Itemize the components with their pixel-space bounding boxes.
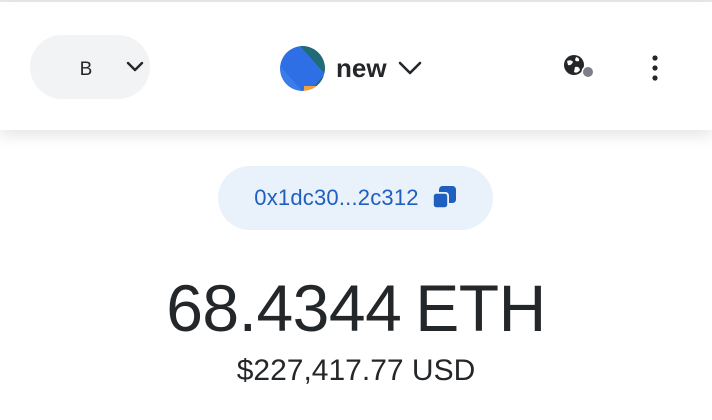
chevron-down-icon bbox=[398, 61, 421, 75]
account-avatar bbox=[280, 45, 325, 91]
balance-amount: 68.4344 bbox=[166, 271, 402, 345]
fiat-balance: $227,417.77 USD bbox=[236, 354, 476, 387]
kebab-menu-icon[interactable] bbox=[645, 54, 665, 82]
account-address: 0x1dc30...2c312 bbox=[254, 185, 419, 210]
token-balance: 68.4344 ETH bbox=[0, 270, 712, 346]
copy-icon bbox=[431, 186, 456, 209]
app-header: B new bbox=[0, 2, 712, 130]
network-avatar-letter: B bbox=[79, 59, 93, 80]
globe-icon[interactable] bbox=[561, 52, 597, 82]
chevron-down-icon bbox=[126, 61, 144, 72]
account-name: new bbox=[336, 52, 387, 83]
network-picker-button[interactable]: B bbox=[30, 35, 150, 99]
account-picker-button[interactable]: new bbox=[280, 44, 423, 92]
balance-unit: ETH bbox=[415, 271, 546, 345]
copy-address-button[interactable]: 0x1dc30...2c312 bbox=[218, 166, 493, 230]
